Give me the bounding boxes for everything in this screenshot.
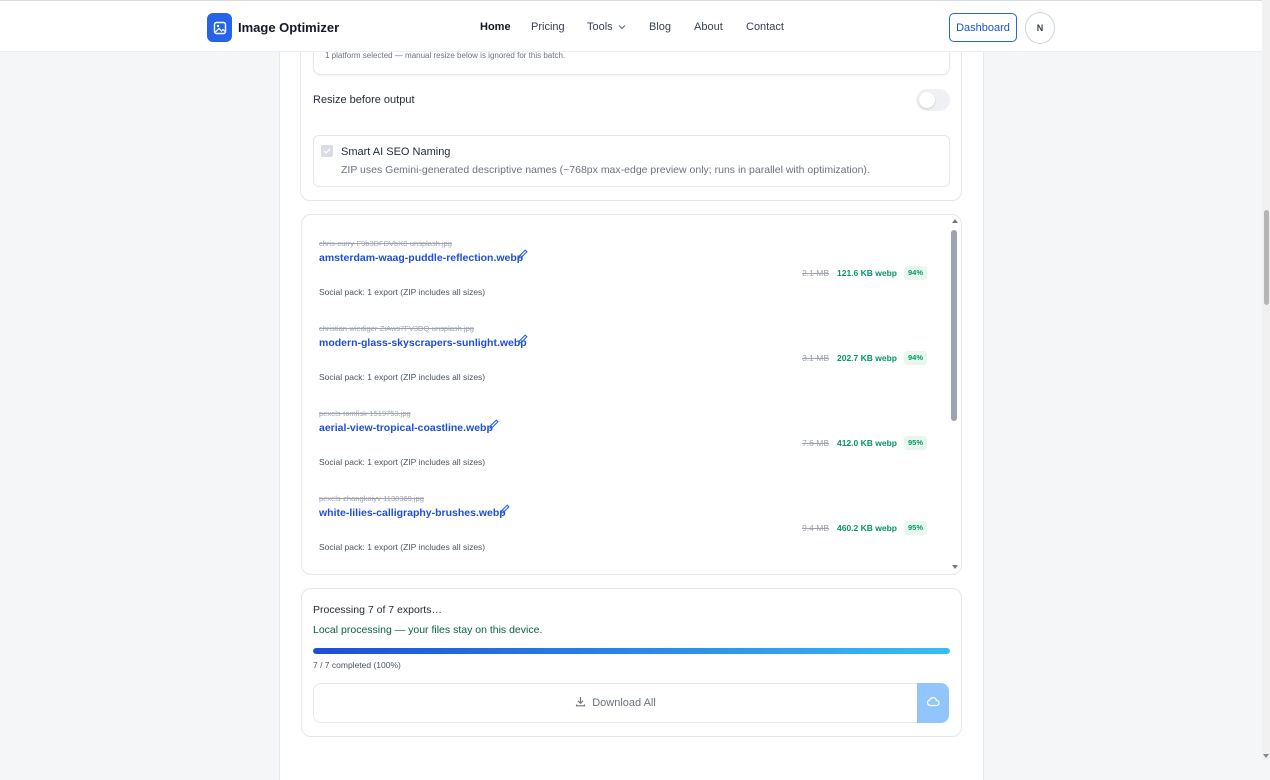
page-scrollbar[interactable] bbox=[1262, 0, 1270, 760]
export-note: Social pack: 1 export (ZIP includes all … bbox=[319, 457, 486, 467]
local-processing-note: Local processing — your files stay on th… bbox=[313, 624, 543, 636]
original-filename: chris-curry-F9b3DFDVbX8-unsplash.jpg bbox=[319, 239, 452, 248]
seo-naming-option bbox=[313, 135, 950, 187]
pencil-icon[interactable] bbox=[517, 332, 529, 344]
nav-about-link[interactable]: About bbox=[694, 21, 723, 33]
original-filename: pexels-tomfisk-1519753.jpg bbox=[319, 409, 411, 418]
processing-title: Processing 7 of 7 exports… bbox=[313, 604, 442, 616]
download-all-label: Download All bbox=[592, 697, 656, 709]
nav-home-link[interactable]: Home bbox=[480, 21, 511, 33]
original-size: 3.1 MB bbox=[802, 353, 829, 363]
renamed-filename[interactable]: modern-glass-skyscrapers-sunlight.webp bbox=[319, 337, 527, 349]
original-size: 7.6 MB bbox=[802, 438, 829, 448]
original-size: 9.4 MB bbox=[802, 523, 829, 533]
savings-badge: 94% bbox=[903, 266, 927, 280]
optimized-size: 412.0 KB webp bbox=[837, 438, 897, 448]
image-logo-icon[interactable] bbox=[207, 13, 232, 42]
progress-bar-fill bbox=[313, 648, 950, 654]
progress-count: 7 / 7 completed (100%) bbox=[313, 660, 401, 670]
nav-pricing-link[interactable]: Pricing bbox=[531, 21, 565, 33]
renamed-filename[interactable]: aerial-view-tropical-coastline.webp bbox=[319, 422, 493, 434]
export-note: Social pack: 1 export (ZIP includes all … bbox=[319, 372, 486, 382]
renamed-filename[interactable]: amsterdam-waag-puddle-reflection.webp bbox=[319, 252, 523, 264]
seo-naming-description: ZIP uses Gemini-generated descriptive na… bbox=[341, 164, 870, 176]
optimized-size: 460.2 KB webp bbox=[837, 523, 897, 533]
page-scrollbar-thumb[interactable] bbox=[1264, 210, 1269, 305]
page-scroll-down-icon[interactable] bbox=[1263, 754, 1269, 758]
resize-toggle[interactable] bbox=[916, 89, 950, 111]
seo-naming-title: Smart AI SEO Naming bbox=[341, 146, 451, 158]
savings-badge: 94% bbox=[903, 351, 927, 365]
scroll-down-arrow-icon[interactable] bbox=[952, 565, 958, 569]
scroll-up-arrow-icon[interactable] bbox=[952, 219, 958, 223]
dashboard-button[interactable]: Dashboard bbox=[949, 13, 1017, 42]
export-note: Social pack: 1 export (ZIP includes all … bbox=[319, 542, 486, 552]
optimized-size: 121.6 KB webp bbox=[837, 268, 897, 278]
file-item: pexels-tomfisk-1519753.jpg aerial-view-t… bbox=[311, 399, 941, 479]
download-icon bbox=[575, 696, 586, 710]
cloud-save-button[interactable] bbox=[917, 683, 949, 723]
original-size: 2.1 MB bbox=[802, 268, 829, 278]
pencil-icon[interactable] bbox=[499, 502, 511, 514]
download-all-button[interactable]: Download All bbox=[313, 683, 917, 723]
pencil-icon[interactable] bbox=[488, 417, 500, 429]
file-item: christian-wiediger-ZiAws7FV3DQ-unsplash.… bbox=[311, 314, 941, 394]
file-item: chris-curry-F9b3DFDVbX8-unsplash.jpg ams… bbox=[311, 229, 941, 309]
scrollbar-thumb[interactable] bbox=[951, 230, 957, 421]
savings-badge: 95% bbox=[903, 521, 927, 535]
toggle-knob bbox=[919, 92, 935, 108]
file-item: pexels-zhangkaiyv-1138369.jpg white-lili… bbox=[311, 484, 941, 564]
optimized-size: 202.7 KB webp bbox=[837, 353, 897, 363]
chevron-down-icon bbox=[618, 23, 626, 32]
nav-tools-label: Tools bbox=[587, 21, 613, 33]
export-note: Social pack: 1 export (ZIP includes all … bbox=[319, 287, 486, 297]
progress-bar bbox=[313, 648, 950, 654]
cloud-icon bbox=[926, 694, 940, 712]
nav-tools-dropdown[interactable]: Tools bbox=[587, 21, 626, 33]
savings-badge: 95% bbox=[903, 436, 927, 450]
nav-contact-link[interactable]: Contact bbox=[746, 21, 784, 33]
file-list-scrollbar[interactable] bbox=[951, 219, 960, 569]
top-navigation-bar: Image Optimizer Home Pricing Tools Blog … bbox=[0, 0, 1262, 52]
renamed-filename[interactable]: white-lilies-calligraphy-brushes.webp bbox=[319, 507, 506, 519]
seo-naming-checkbox[interactable] bbox=[321, 145, 333, 157]
platform-note: 1 platform selected — manual resize belo… bbox=[325, 51, 566, 60]
app-name[interactable]: Image Optimizer bbox=[238, 20, 339, 35]
pencil-icon[interactable] bbox=[517, 247, 529, 259]
user-avatar[interactable]: N bbox=[1025, 12, 1055, 44]
resize-label: Resize before output bbox=[313, 94, 415, 106]
original-filename: pexels-zhangkaiyv-1138369.jpg bbox=[319, 494, 424, 503]
original-filename: christian-wiediger-ZiAws7FV3DQ-unsplash.… bbox=[319, 324, 474, 333]
check-icon bbox=[323, 142, 331, 160]
nav-blog-link[interactable]: Blog bbox=[649, 21, 671, 33]
